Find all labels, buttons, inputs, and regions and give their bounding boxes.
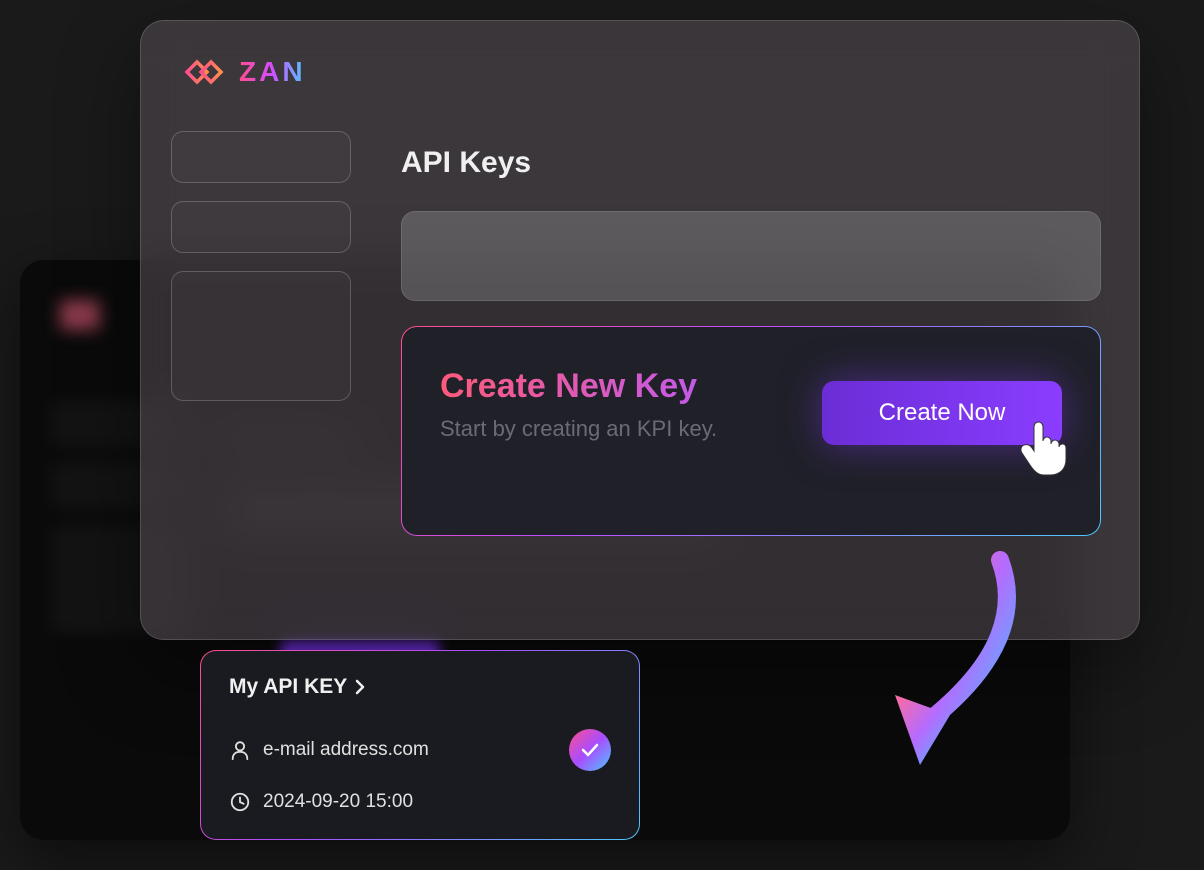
sidebar: [171, 131, 351, 419]
sidebar-item[interactable]: [171, 201, 351, 253]
cursor-hand-icon: [1014, 417, 1072, 479]
api-key-email-row: e-mail address.com: [229, 729, 611, 771]
flow-arrow-icon: [800, 540, 1060, 800]
create-key-card: Create New Key Start by creating an KPI …: [401, 326, 1101, 536]
brand-logo: ZAN: [181, 56, 306, 88]
user-icon: [229, 739, 251, 761]
brand-logo-icon: [181, 56, 227, 88]
chevron-right-icon: [355, 679, 365, 695]
api-key-email: e-mail address.com: [263, 739, 429, 761]
api-key-timestamp: 2024-09-20 15:00: [263, 791, 413, 813]
api-key-title-link[interactable]: My API KEY: [229, 675, 611, 699]
api-key-timestamp-row: 2024-09-20 15:00: [229, 791, 611, 813]
verified-badge: [569, 729, 611, 771]
clock-icon: [229, 791, 251, 813]
sidebar-item[interactable]: [171, 271, 351, 401]
sidebar-item[interactable]: [171, 131, 351, 183]
api-key-result-card: My API KEY e-mail address.com 2024-09-20…: [200, 650, 640, 840]
api-key-title-text: My API KEY: [229, 675, 347, 699]
brand-name: ZAN: [239, 56, 306, 88]
page-title: API Keys: [401, 146, 531, 180]
check-icon: [581, 743, 599, 757]
content-placeholder-bar: [401, 211, 1101, 301]
